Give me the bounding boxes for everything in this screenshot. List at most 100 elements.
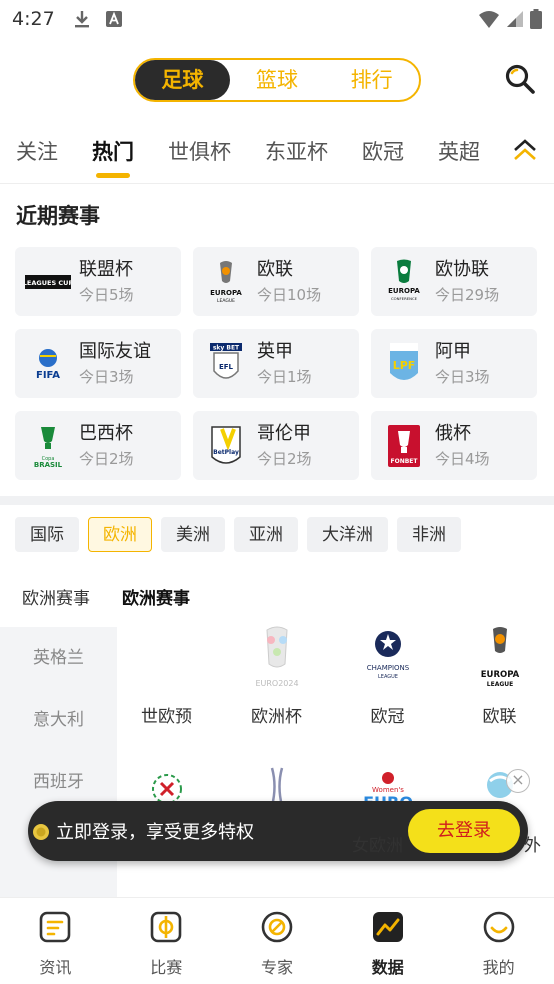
league-item[interactable]: EURO2024 欧洲杯 (221, 624, 332, 727)
europa-league-logo: EUROPA LEAGUE (467, 624, 533, 690)
bottom-nav: 资讯 比赛 专家 数据 我的 (0, 897, 554, 984)
svg-text:EFL: EFL (219, 363, 234, 371)
svg-text:BetPlay: BetPlay (213, 449, 239, 456)
comp-count: 今日1场 (257, 367, 312, 386)
nav-experts[interactable]: 专家 (222, 898, 333, 984)
league-item[interactable]: 世欧预 (111, 624, 222, 727)
svg-text:FONBET: FONBET (391, 458, 419, 465)
section-title-recent: 近期赛事 (16, 204, 100, 228)
comp-count: 今日29场 (435, 285, 500, 304)
league-name: 欧冠 (370, 707, 405, 727)
tab-hot[interactable]: 热门 (92, 132, 134, 178)
comp-name: 欧联 (257, 258, 293, 280)
chip-oceania[interactable]: 大洋洲 (307, 517, 388, 552)
search-icon[interactable] (503, 62, 537, 96)
comp-card[interactable]: LEAGUES CUP 联盟杯 今日5场 (15, 247, 181, 316)
comp-count: 今日4场 (435, 449, 490, 468)
switch-basketball[interactable]: 篮球 (230, 60, 325, 100)
tab-follow[interactable]: 关注 (16, 132, 58, 172)
expert-icon (261, 911, 293, 943)
lpf-logo: LPF (381, 341, 427, 387)
tab-east-asian-cup[interactable]: 东亚杯 (265, 132, 328, 172)
svg-text:LEAGUE: LEAGUE (217, 298, 235, 304)
nav-matches[interactable]: 比赛 (111, 898, 222, 984)
league-name-partial: 外 (524, 836, 541, 856)
switch-ranking[interactable]: 排行 (324, 60, 419, 100)
tab-club-world-cup[interactable]: 世俱杯 (168, 132, 231, 172)
status-time: 4:27 (12, 8, 55, 30)
tab-premier-league[interactable]: 英超 (438, 132, 480, 172)
sport-switch: 足球 篮球 排行 (133, 58, 421, 102)
comp-card[interactable]: EUROPA CONFERENCE 欧协联 今日29场 (371, 247, 537, 316)
comp-card[interactable]: BetPlay 哥伦甲 今日2场 (193, 411, 359, 480)
league-name-partial: 女欧洲 (352, 836, 403, 856)
comp-card[interactable]: EUROPA LEAGUE 欧联 今日10场 (193, 247, 359, 316)
comp-name: 欧协联 (435, 258, 489, 280)
nav-data[interactable]: 数据 (332, 898, 443, 984)
nav-label: 比赛 (150, 958, 183, 977)
nav-label: 数据 (371, 958, 404, 977)
profile-icon (483, 911, 514, 943)
chip-africa[interactable]: 非洲 (397, 517, 461, 552)
chevron-up-icon[interactable] (512, 138, 538, 164)
region-chips: 国际 欧洲 美洲 亚洲 大洋洲 非洲 (15, 517, 461, 552)
svg-text:LEAGUES CUP: LEAGUES CUP (25, 279, 71, 287)
svg-text:LEAGUE: LEAGUE (378, 674, 398, 680)
champions-league-logo: CHAMPIONS LEAGUE (355, 624, 421, 690)
recent-competitions-grid: LEAGUES CUP 联盟杯 今日5场 EUROPA LEAGUE 欧联 今日1… (15, 247, 539, 480)
subtab-europe-events-active[interactable]: 欧洲赛事 (122, 584, 190, 609)
comp-count: 今日3场 (79, 367, 134, 386)
league-item[interactable]: CHAMPIONS LEAGUE 欧冠 (332, 624, 443, 727)
dimayor-logo: BetPlay (203, 423, 249, 469)
tab-champions-league[interactable]: 欧冠 (362, 132, 404, 172)
signal-icon (507, 11, 523, 27)
svg-text:EUROPA: EUROPA (210, 289, 242, 297)
coin-icon (33, 824, 49, 840)
svg-text:FIFA: FIFA (36, 370, 60, 381)
fifa-logo: FIFA (25, 341, 71, 387)
subtab-europe-events[interactable]: 欧洲赛事 (22, 584, 90, 609)
conference-league-logo: EUROPA CONFERENCE (381, 259, 427, 305)
world-cup-qualifier-logo (134, 624, 200, 690)
chip-asia[interactable]: 亚洲 (234, 517, 298, 552)
svg-text:CHAMPIONS: CHAMPIONS (366, 664, 409, 672)
comp-card[interactable]: Copa BRASIL 巴西杯 今日2场 (15, 411, 181, 480)
download-icon (74, 11, 89, 28)
svg-text:EURO2024: EURO2024 (255, 679, 298, 688)
efl-logo: sky BET EFL (203, 341, 249, 387)
comp-count: 今日2场 (257, 449, 312, 468)
comp-count: 今日5场 (79, 285, 134, 304)
league-name: 欧洲杯 (251, 707, 302, 727)
nav-news[interactable]: 资讯 (0, 898, 111, 984)
toast-message: 立即登录，享受更多特权 (56, 822, 254, 843)
data-icon (372, 912, 403, 942)
comp-card[interactable]: LPF 阿甲 今日3场 (371, 329, 537, 398)
svg-text:LPF: LPF (393, 359, 416, 372)
status-bar: 4:27 (0, 0, 554, 38)
a-icon (105, 11, 122, 27)
sidebar-item-italy[interactable]: 意大利 (0, 689, 117, 751)
comp-card[interactable]: FONBET 俄杯 今日4场 (371, 411, 537, 480)
league-item[interactable]: EUROPA LEAGUE 欧联 (444, 624, 554, 727)
comp-count: 今日2场 (79, 449, 134, 468)
close-icon[interactable]: × (506, 769, 530, 793)
comp-name: 哥伦甲 (257, 422, 311, 444)
copa-brasil-logo: Copa BRASIL (25, 423, 71, 469)
chip-international[interactable]: 国际 (15, 517, 79, 552)
sidebar-item-england[interactable]: 英格兰 (0, 627, 117, 689)
match-icon (150, 911, 182, 943)
svg-text:CONFERENCE: CONFERENCE (391, 296, 418, 301)
svg-text:BRASIL: BRASIL (34, 461, 63, 469)
comp-name: 阿甲 (435, 340, 471, 362)
comp-card[interactable]: sky BET EFL 英甲 今日1场 (193, 329, 359, 398)
comp-card[interactable]: FIFA 国际友谊 今日3场 (15, 329, 181, 398)
league-name: 世欧预 (141, 707, 192, 727)
chip-americas[interactable]: 美洲 (161, 517, 225, 552)
nav-profile[interactable]: 我的 (443, 898, 554, 984)
chip-europe[interactable]: 欧洲 (88, 517, 152, 552)
switch-football[interactable]: 足球 (135, 60, 230, 100)
svg-text:sky BET: sky BET (213, 344, 240, 351)
login-button[interactable]: 去登录 (408, 809, 520, 853)
section-divider (0, 496, 554, 505)
svg-text:LEAGUE: LEAGUE (486, 681, 512, 688)
